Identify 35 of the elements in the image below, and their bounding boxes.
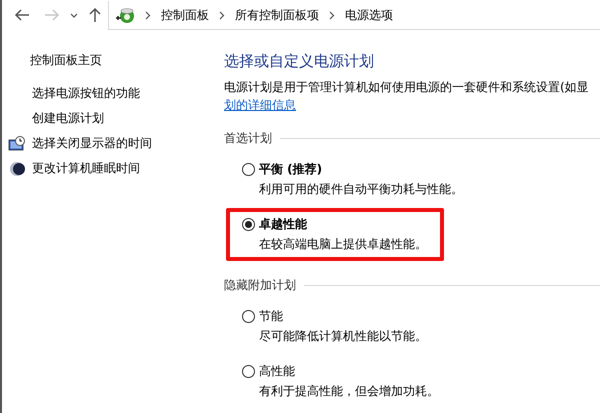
plan-name: 节能 bbox=[259, 308, 283, 325]
dropdown-icon[interactable] bbox=[70, 12, 78, 18]
sidebar-link[interactable]: 选择电源按钮的功能 bbox=[32, 85, 140, 102]
page-title: 选择或自定义电源计划 bbox=[224, 52, 375, 71]
group-heading: 隐藏附加计划 bbox=[224, 277, 296, 294]
power-options-icon bbox=[115, 5, 135, 25]
sidebar-link[interactable]: 更改计算机睡眠时间 bbox=[32, 160, 140, 177]
radio-button[interactable] bbox=[242, 163, 255, 176]
breadcrumb-item[interactable]: 所有控制面板项 bbox=[235, 6, 319, 24]
chevron-icon bbox=[219, 10, 225, 20]
chevron-icon bbox=[329, 10, 335, 20]
sidebar-link[interactable]: 控制面板主页 bbox=[30, 52, 102, 69]
radio-button[interactable] bbox=[242, 218, 255, 231]
moon-icon bbox=[8, 160, 26, 176]
plan-name: 高性能 bbox=[259, 363, 295, 380]
back-icon[interactable] bbox=[14, 8, 30, 22]
breadcrumb-item[interactable]: 电源选项 bbox=[345, 6, 393, 24]
breadcrumb-item[interactable]: 控制面板 bbox=[161, 6, 209, 24]
chevron-icon bbox=[145, 10, 151, 20]
up-icon[interactable] bbox=[88, 7, 102, 23]
address-bar[interactable]: 控制面板 所有控制面板项 电源选项 bbox=[108, 1, 600, 30]
monitor-clock-icon bbox=[8, 136, 26, 152]
group-heading: 首选计划 bbox=[224, 130, 272, 147]
sidebar-link[interactable]: 选择关闭显示器的时间 bbox=[32, 135, 152, 152]
details-link[interactable]: 划的详细信息 bbox=[224, 97, 296, 114]
plan-name: 平衡 (推荐) bbox=[259, 161, 322, 178]
radio-button[interactable] bbox=[242, 310, 255, 323]
plan-description: 利用可用的硬件自动平衡功耗与性能。 bbox=[259, 181, 464, 198]
sidebar-link[interactable]: 创建电源计划 bbox=[32, 110, 104, 127]
plan-name: 卓越性能 bbox=[259, 216, 307, 233]
plan-description: 尽可能降低计算机性能以节能。 bbox=[259, 328, 428, 345]
plan-description: 在较高端电脑上提供卓越性能。 bbox=[259, 236, 428, 253]
description-text: 电源计划是用于管理计算机如何使用电源的一套硬件和系统设置(如显 bbox=[224, 79, 590, 96]
radio-button[interactable] bbox=[242, 365, 255, 378]
plan-description: 有利于提高性能，但会增加功耗。 bbox=[259, 383, 440, 400]
